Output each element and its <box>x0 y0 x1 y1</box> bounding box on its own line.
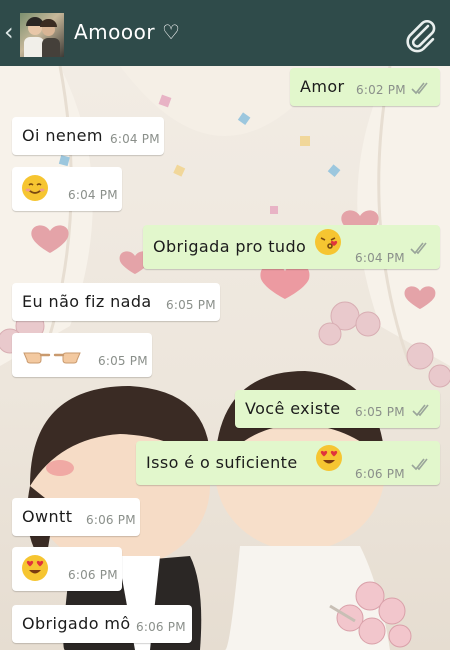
paperclip-icon[interactable] <box>402 17 438 53</box>
message-time: 6:05 PM <box>355 405 405 419</box>
contact-name[interactable]: Amooor ♡ <box>74 20 180 44</box>
message-text: Owntt <box>22 507 73 526</box>
message-text: Você existe <box>245 399 341 418</box>
message-time: 6:04 PM <box>355 251 405 265</box>
avatar[interactable] <box>20 13 64 57</box>
message-text: Obrigado mô <box>22 614 131 633</box>
message-time: 6:06 PM <box>355 467 405 481</box>
chevron-left-icon[interactable]: ‹ <box>4 18 14 46</box>
double-check-icon <box>412 404 429 417</box>
outgoing-message[interactable]: Amor 6:02 PM <box>290 68 440 106</box>
double-check-icon <box>411 458 428 471</box>
outgoing-message[interactable]: Você existe 6:05 PM <box>235 390 440 428</box>
message-time: 6:06 PM <box>136 620 186 634</box>
message-emoji <box>22 550 48 588</box>
outgoing-message[interactable]: Isso é o suficiente 6:06 PM <box>136 441 440 485</box>
incoming-message[interactable]: 6:05 PM <box>12 333 152 377</box>
message-emoji <box>315 228 341 257</box>
message-time: 6:02 PM <box>356 83 406 97</box>
message-time: 6:05 PM <box>98 354 148 368</box>
message-emoji <box>316 444 342 473</box>
pointing-hands-icon <box>23 352 81 363</box>
incoming-message[interactable]: 6:04 PM <box>12 167 122 211</box>
double-check-icon <box>411 82 428 95</box>
message-time: 6:04 PM <box>110 132 160 146</box>
incoming-message[interactable]: Obrigado mô 6:06 PM <box>12 605 192 643</box>
message-time: 6:05 PM <box>166 298 216 312</box>
message-emoji <box>22 170 48 208</box>
message-text: Amor <box>300 77 345 96</box>
heart-eyes-icon <box>22 554 48 581</box>
outgoing-message[interactable]: Obrigada pro tudo 6:04 PM <box>143 225 440 269</box>
incoming-message[interactable]: Eu não fiz nada 6:05 PM <box>12 283 220 321</box>
incoming-message[interactable]: 6:06 PM <box>12 547 122 591</box>
message-text: Obrigada pro tudo <box>153 237 307 256</box>
message-text: Isso é o suficiente <box>146 453 298 472</box>
double-check-icon <box>410 242 427 255</box>
incoming-message[interactable]: Owntt 6:06 PM <box>12 498 140 536</box>
smiling-face-icon <box>22 174 48 201</box>
message-time: 6:04 PM <box>68 188 118 202</box>
heart-eyes-icon <box>316 444 342 471</box>
message-text: Eu não fiz nada <box>22 292 152 311</box>
message-emoji <box>22 336 82 374</box>
kissing-face-icon <box>315 228 341 255</box>
chat-header: ‹ Amooor ♡ <box>0 0 450 66</box>
message-time: 6:06 PM <box>68 568 118 582</box>
incoming-message[interactable]: Oi nenem 6:04 PM <box>12 117 164 155</box>
message-time: 6:06 PM <box>86 513 136 527</box>
message-text: Oi nenem <box>22 126 103 145</box>
